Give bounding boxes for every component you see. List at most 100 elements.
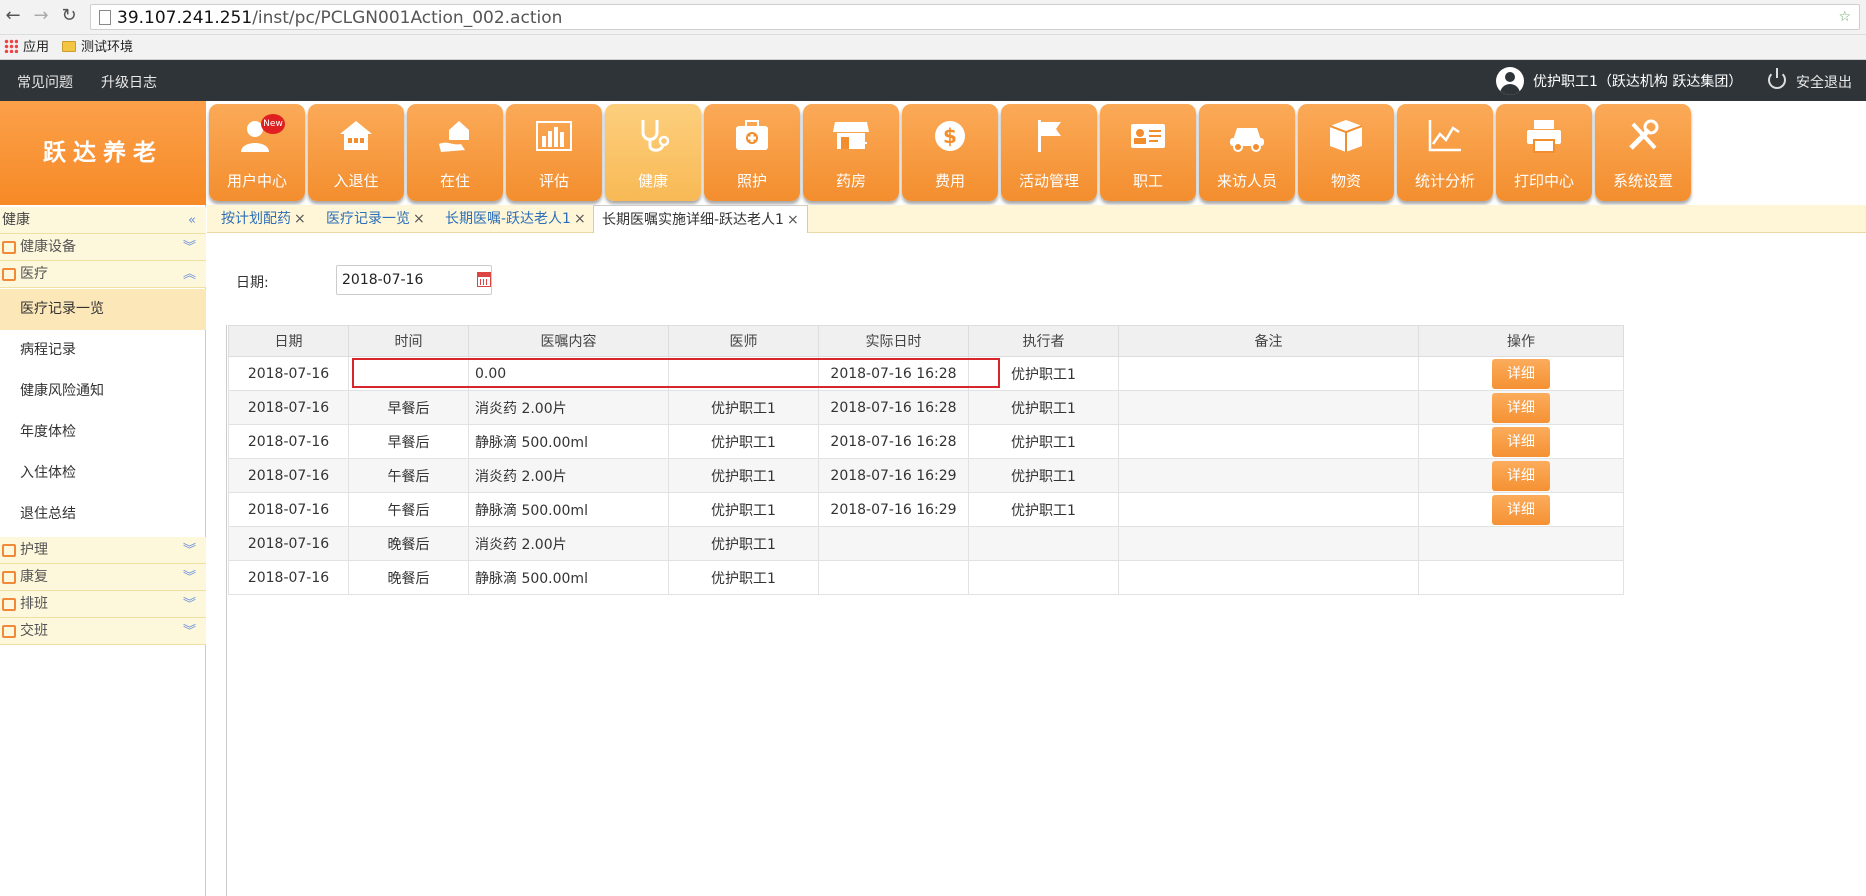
module-care[interactable]: 照护 (704, 104, 800, 201)
detail-button[interactable]: 详细 (1492, 392, 1550, 423)
column-header-actual-time[interactable]: 实际日时 (818, 325, 969, 357)
module-label: 在住 (439, 172, 470, 190)
column-header-date[interactable]: 日期 (228, 325, 349, 357)
column-header-doctor[interactable]: 医师 (668, 325, 819, 357)
table-row[interactable]: 2018-07-16 午餐后 消炎药 2.00片 优护职工1 2018-07-16 16… (228, 458, 1624, 493)
detail-button[interactable]: 详细 (1492, 426, 1550, 457)
cell-action: 详细 (1418, 356, 1624, 391)
faq-link[interactable]: 常见问题 (17, 72, 73, 92)
table-row[interactable]: 2018-07-16 0.00 2018-07-16 16:28 优护职工1 详细 (228, 356, 1624, 391)
column-header-content[interactable]: 医嘱内容 (468, 325, 669, 357)
user-info[interactable]: 优护职工1（跃达机构 跃达集团） (1496, 66, 1742, 96)
hand-house-icon (439, 121, 469, 152)
column-header-action[interactable]: 操作 (1418, 325, 1624, 357)
cell-actual (818, 560, 969, 595)
module-supplies[interactable]: 物资 (1298, 104, 1394, 201)
table-header-row: 日期 时间 医嘱内容 医师 实际日时 执行者 备注 操作 (228, 325, 1624, 357)
bookmark-apps[interactable]: 应用 (4, 38, 49, 58)
medical-kit-icon (736, 120, 768, 150)
close-icon[interactable]: × (294, 211, 306, 227)
cell-date: 2018-07-16 (228, 458, 349, 493)
column-header-note[interactable]: 备注 (1118, 325, 1419, 357)
column-header-executor[interactable]: 执行者 (968, 325, 1119, 357)
table-row[interactable]: 2018-07-16 晚餐后 消炎药 2.00片 优护职工1 (228, 526, 1624, 561)
svg-text:$: $ (943, 124, 957, 148)
category-label: 排班 (20, 596, 48, 612)
module-pharmacy[interactable]: 药房 (803, 104, 899, 201)
tab-label: 医疗记录一览 (326, 211, 410, 227)
module-activities[interactable]: 活动管理 (1001, 104, 1097, 201)
tools-icon (1629, 119, 1659, 150)
date-input[interactable]: 2018-07-16 (336, 265, 492, 295)
reload-icon[interactable]: ↻ (58, 5, 80, 27)
module-user-center[interactable]: New 用户中心 (209, 104, 305, 201)
module-staff[interactable]: 职工 (1100, 104, 1196, 201)
sidebar-header[interactable]: 健康 « (0, 207, 206, 234)
sidebar-item-discharge-summary[interactable]: 退住总结 (0, 494, 206, 535)
detail-button[interactable]: 详细 (1492, 460, 1550, 491)
module-system-settings[interactable]: 系统设置 (1595, 104, 1691, 201)
module-check-in-out[interactable]: 入退住 (308, 104, 404, 201)
sidebar-item-health-risk[interactable]: 健康风险通知 (0, 371, 206, 412)
table-row[interactable]: 2018-07-16 晚餐后 静脉滴 500.00ml 优护职工1 (228, 560, 1624, 595)
detail-button[interactable]: 详细 (1492, 494, 1550, 525)
sidebar-item-admission-exam[interactable]: 入住体检 (0, 453, 206, 494)
sidebar-category-devices[interactable]: 健康设备 ︾ (0, 234, 206, 261)
chevron-down-icon: ︾ (182, 240, 196, 255)
browser-toolbar: ← → ↻ 39.107.241.251/inst/pc/PCLGN001Act… (0, 0, 1866, 35)
calendar-icon[interactable] (477, 272, 491, 287)
tab-long-term-orders[interactable]: 长期医嘱-跃达老人1 × (445, 205, 586, 233)
sidebar: 健康 « 健康设备 ︾ 医疗 ︽ 医疗记录一览 病程记录 健康风险通知 年度体检… (0, 205, 206, 896)
sidebar-item-progress-notes[interactable]: 病程记录 (0, 330, 206, 371)
tab-plan-dispense[interactable]: 按计划配药 × (221, 205, 306, 233)
stethoscope-icon (641, 120, 670, 152)
tab-label: 长期医嘱实施详细-跃达老人1 (602, 212, 784, 228)
sidebar-category-schedule[interactable]: 排班 ︾ (0, 591, 206, 618)
module-fees[interactable]: $ 费用 (902, 104, 998, 201)
cell-date: 2018-07-16 (228, 560, 349, 595)
cell-content: 消炎药 2.00片 (468, 458, 669, 493)
sidebar-category-medical[interactable]: 医疗 ︽ (0, 261, 206, 288)
table-row[interactable]: 2018-07-16 早餐后 静脉滴 500.00ml 优护职工1 2018-07-16… (228, 424, 1624, 459)
address-bar[interactable]: 39.107.241.251/inst/pc/PCLGN001Action_00… (90, 4, 1860, 30)
table-row[interactable]: 2018-07-16 午餐后 静脉滴 500.00ml 优护职工1 2018-07-16… (228, 492, 1624, 527)
close-icon[interactable]: × (787, 212, 799, 228)
forward-icon[interactable]: → (30, 5, 52, 27)
power-icon[interactable] (1768, 68, 1786, 89)
star-icon[interactable]: ☆ (1838, 9, 1851, 25)
module-visitors[interactable]: 来访人员 (1199, 104, 1295, 201)
detail-button[interactable]: 详细 (1492, 358, 1550, 389)
close-icon[interactable]: × (413, 211, 425, 227)
store-icon (833, 122, 869, 149)
bar-chart-icon (536, 121, 572, 151)
cell-content: 0.00 (468, 356, 669, 391)
date-label: 日期: (236, 275, 269, 291)
bookmark-test-env[interactable]: 测试环境 (62, 38, 133, 58)
cell-content: 消炎药 2.00片 (468, 526, 669, 561)
back-icon[interactable]: ← (2, 5, 24, 27)
changelog-link[interactable]: 升级日志 (101, 72, 157, 92)
collapse-sidebar-icon[interactable]: « (188, 207, 196, 234)
cell-executor (968, 526, 1119, 561)
logout-link[interactable]: 安全退出 (1796, 72, 1852, 92)
sidebar-category-rehab[interactable]: 康复 ︾ (0, 564, 206, 591)
close-icon[interactable]: × (574, 211, 586, 227)
sidebar-category-nursing[interactable]: 护理 ︾ (0, 537, 206, 564)
cell-note (1118, 390, 1419, 425)
module-residence[interactable]: 在住 (407, 104, 503, 201)
cell-time: 早餐后 (348, 390, 469, 425)
rehab-icon (2, 571, 16, 584)
table-row[interactable]: 2018-07-16 早餐后 消炎药 2.00片 优护职工1 2018-07-16 16… (228, 390, 1624, 425)
module-print-center[interactable]: 打印中心 (1496, 104, 1592, 201)
url-path: /inst/pc/PCLGN001Action_002.action (252, 8, 563, 28)
module-statistics[interactable]: 统计分析 (1397, 104, 1493, 201)
module-health[interactable]: 健康 (605, 104, 701, 201)
sidebar-category-handover[interactable]: 交班 ︾ (0, 618, 206, 645)
tab-order-execution-detail[interactable]: 长期医嘱实施详细-跃达老人1 × (593, 205, 808, 233)
column-header-time[interactable]: 时间 (348, 325, 469, 357)
cell-executor: 优护职工1 (968, 424, 1119, 459)
sidebar-item-annual-exam[interactable]: 年度体检 (0, 412, 206, 453)
tab-medical-records[interactable]: 医疗记录一览 × (326, 205, 425, 233)
module-assessment[interactable]: 评估 (506, 104, 602, 201)
sidebar-item-medical-records[interactable]: 医疗记录一览 (0, 289, 206, 330)
